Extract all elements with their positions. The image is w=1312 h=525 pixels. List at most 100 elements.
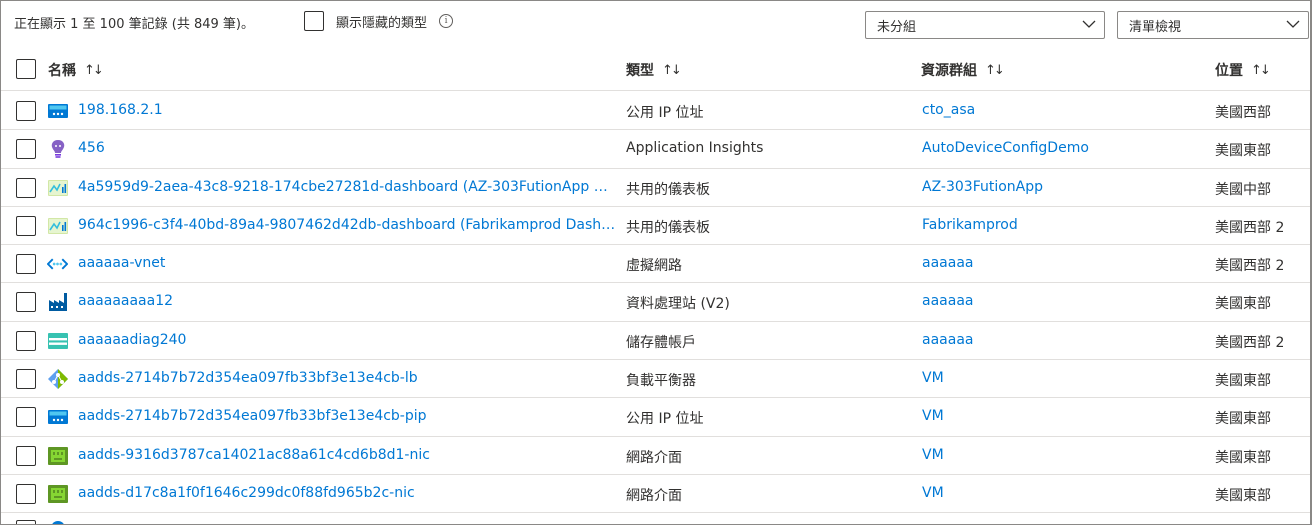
view-mode-selected: 清單檢視 (1129, 19, 1182, 35)
table-row[interactable]: 4a5959d9-2aea-43c8-9218-174cbe27281d-das… (1, 169, 1310, 207)
table-row[interactable]: 964c1996-c3f4-40bd-89a4-9807462d42db-das… (1, 207, 1310, 246)
record-count-text: 正在顯示 1 至 100 筆記錄 (共 849 筆)。 (14, 17, 254, 32)
table-row[interactable]: aadds-2714b7b72d354ea097fb33bf3e13e4cb-p… (1, 398, 1310, 437)
row-checkbox[interactable] (16, 139, 36, 160)
resource-name-link[interactable]: aaaaaaaaa12 (78, 293, 618, 309)
data-factory-icon (47, 292, 68, 312)
column-header-location-label: 位置 (1215, 63, 1243, 79)
storage-account-icon (47, 331, 68, 351)
resource-type: 共用的儀表板 (626, 181, 710, 198)
column-header-name[interactable]: 名稱 ↑↓ (48, 60, 104, 80)
row-checkbox[interactable] (16, 101, 36, 121)
vnet-icon (47, 254, 68, 274)
resource-group-link[interactable]: AutoDeviceConfigDemo (922, 140, 1202, 156)
resource-type: 負載平衡器 (626, 373, 696, 390)
row-checkbox[interactable] (16, 407, 36, 428)
column-header-resource-group[interactable]: 資源群組 ↑↓ (921, 60, 1005, 80)
chevron-down-icon (1286, 20, 1300, 28)
resource-location: 美國中部 (1215, 181, 1271, 198)
show-hidden-types-checkbox[interactable] (304, 11, 324, 31)
row-checkbox[interactable] (16, 445, 36, 466)
resource-location: 美國東部 (1215, 449, 1271, 466)
resource-name-link[interactable]: 456 (78, 140, 618, 156)
row-checkbox[interactable] (16, 254, 36, 275)
resource-name-link[interactable]: 964c1996-c3f4-40bd-89a4-9807462d42db-das… (78, 217, 618, 233)
resource-group-link[interactable]: Fabrikamprod (922, 217, 1202, 233)
table-header: 名稱 ↑↓ 類型 ↑↓ 資源群組 ↑↓ 位置 ↑↓ (1, 51, 1310, 91)
resource-group-link[interactable]: VM (922, 370, 1202, 386)
resource-name-link[interactable]: aaaaaadiag240 (78, 332, 618, 348)
resource-name-link[interactable]: aadds-2714b7b72d354ea097fb33bf3e13e4cb-l… (78, 370, 618, 386)
resource-name-link[interactable]: aadds-2714b7b72d354ea097fb33bf3e13e4cb-p… (78, 408, 618, 424)
row-checkbox[interactable] (16, 215, 36, 236)
sort-icon: ↑↓ (1251, 62, 1271, 78)
resource-group-link[interactable]: AZ-303FutionApp (922, 179, 1202, 195)
resource-group-link[interactable]: cto_asa (922, 102, 1202, 118)
dashboard-icon (47, 216, 68, 236)
select-all-checkbox[interactable] (16, 59, 36, 79)
resource-type: 儲存體帳戶 (626, 334, 696, 351)
group-by-dropdown[interactable]: 未分組 (865, 11, 1105, 39)
resource-type: 虛擬網路 (626, 258, 682, 275)
table-row (1, 516, 1310, 524)
resource-type: 共用的儀表板 (626, 219, 710, 236)
table-row[interactable]: aaaaaadiag240 儲存體帳戶 aaaaaa 美國西部 2 (1, 322, 1310, 361)
resource-location: 美國東部 (1215, 373, 1271, 390)
network-interface-icon (47, 484, 68, 504)
resource-name-link[interactable]: aaaaaa-vnet (78, 255, 618, 271)
resource-group-link[interactable]: VM (922, 447, 1202, 463)
sort-icon: ↑↓ (662, 62, 682, 78)
resource-icon (51, 521, 65, 524)
resource-group-link[interactable]: aaaaaa (922, 332, 1202, 348)
load-balancer-icon (47, 369, 68, 390)
resource-location: 美國東部 (1215, 487, 1271, 504)
row-checkbox[interactable] (16, 520, 36, 524)
table-row[interactable]: aaaaaa-vnet 虛擬網路 aaaaaa 美國西部 2 (1, 245, 1310, 284)
sort-icon: ↑↓ (985, 62, 1005, 78)
resource-list-panel: 正在顯示 1 至 100 筆記錄 (共 849 筆)。 顯示隱藏的類型 i 未分… (0, 0, 1312, 525)
resource-location: 美國東部 (1215, 296, 1271, 313)
table-row[interactable]: 456 Application Insights AutoDeviceConfigD… (1, 130, 1310, 169)
sort-icon: ↑↓ (84, 62, 104, 78)
toolbar: 正在顯示 1 至 100 筆記錄 (共 849 筆)。 顯示隱藏的類型 i 未分… (1, 1, 1310, 45)
public-ip-icon (47, 101, 68, 121)
resource-type: 公用 IP 位址 (626, 105, 704, 121)
resource-group-link[interactable]: aaaaaa (922, 293, 1202, 309)
table-row[interactable]: aadds-9316d3787ca14021ac88a61c4cd6b8d1-n… (1, 437, 1310, 475)
row-checkbox[interactable] (16, 369, 36, 390)
info-icon[interactable]: i (439, 14, 454, 28)
group-by-selected: 未分組 (877, 19, 917, 35)
show-hidden-types-toggle[interactable]: 顯示隱藏的類型 i (304, 11, 454, 31)
resource-group-link[interactable]: VM (922, 485, 1202, 501)
dashboard-icon (47, 178, 68, 198)
view-mode-dropdown[interactable]: 清單檢視 (1117, 11, 1309, 39)
resource-type: 資料處理站 (V2) (626, 296, 730, 313)
column-header-type-label: 類型 (626, 63, 654, 79)
resource-type: 公用 IP 位址 (626, 411, 704, 428)
resource-location: 美國東部 (1215, 143, 1271, 160)
resource-group-link[interactable]: VM (922, 408, 1202, 424)
resource-name-link[interactable]: 4a5959d9-2aea-43c8-9218-174cbe27281d-das… (78, 179, 618, 195)
table-row[interactable]: aaaaaaaaa12 資料處理站 (V2) aaaaaa 美國東部 (1, 283, 1310, 322)
table-row[interactable]: aadds-2714b7b72d354ea097fb33bf3e13e4cb-l… (1, 360, 1310, 399)
row-checkbox[interactable] (16, 292, 36, 313)
resource-name-link[interactable]: aadds-d17c8a1f0f1646c299dc0f88fd965b2c-n… (78, 485, 618, 501)
row-checkbox[interactable] (16, 483, 36, 504)
resource-name-link[interactable]: 198.168.2.1 (78, 102, 618, 118)
chevron-down-icon (1082, 20, 1096, 28)
table-row[interactable]: aadds-d17c8a1f0f1646c299dc0f88fd965b2c-n… (1, 475, 1310, 514)
resource-name-link[interactable]: aadds-9316d3787ca14021ac88a61c4cd6b8d1-n… (78, 447, 618, 463)
column-header-type[interactable]: 類型 ↑↓ (626, 60, 682, 80)
resource-table-body: 198.168.2.1 公用 IP 位址 cto_asa 美國西部 456 Applica… (1, 92, 1310, 514)
column-header-location[interactable]: 位置 ↑↓ (1215, 60, 1271, 80)
resource-location: 美國西部 (1215, 105, 1271, 121)
network-interface-icon (47, 446, 68, 466)
resource-location: 美國西部 2 (1215, 258, 1285, 275)
row-checkbox[interactable] (16, 330, 36, 351)
resource-group-link[interactable]: aaaaaa (922, 255, 1202, 271)
resource-type: Application Insights (626, 140, 764, 157)
public-ip-icon (47, 407, 68, 427)
table-row[interactable]: 198.168.2.1 公用 IP 位址 cto_asa 美國西部 (1, 92, 1310, 131)
row-checkbox[interactable] (16, 177, 36, 198)
column-header-name-label: 名稱 (48, 63, 76, 79)
